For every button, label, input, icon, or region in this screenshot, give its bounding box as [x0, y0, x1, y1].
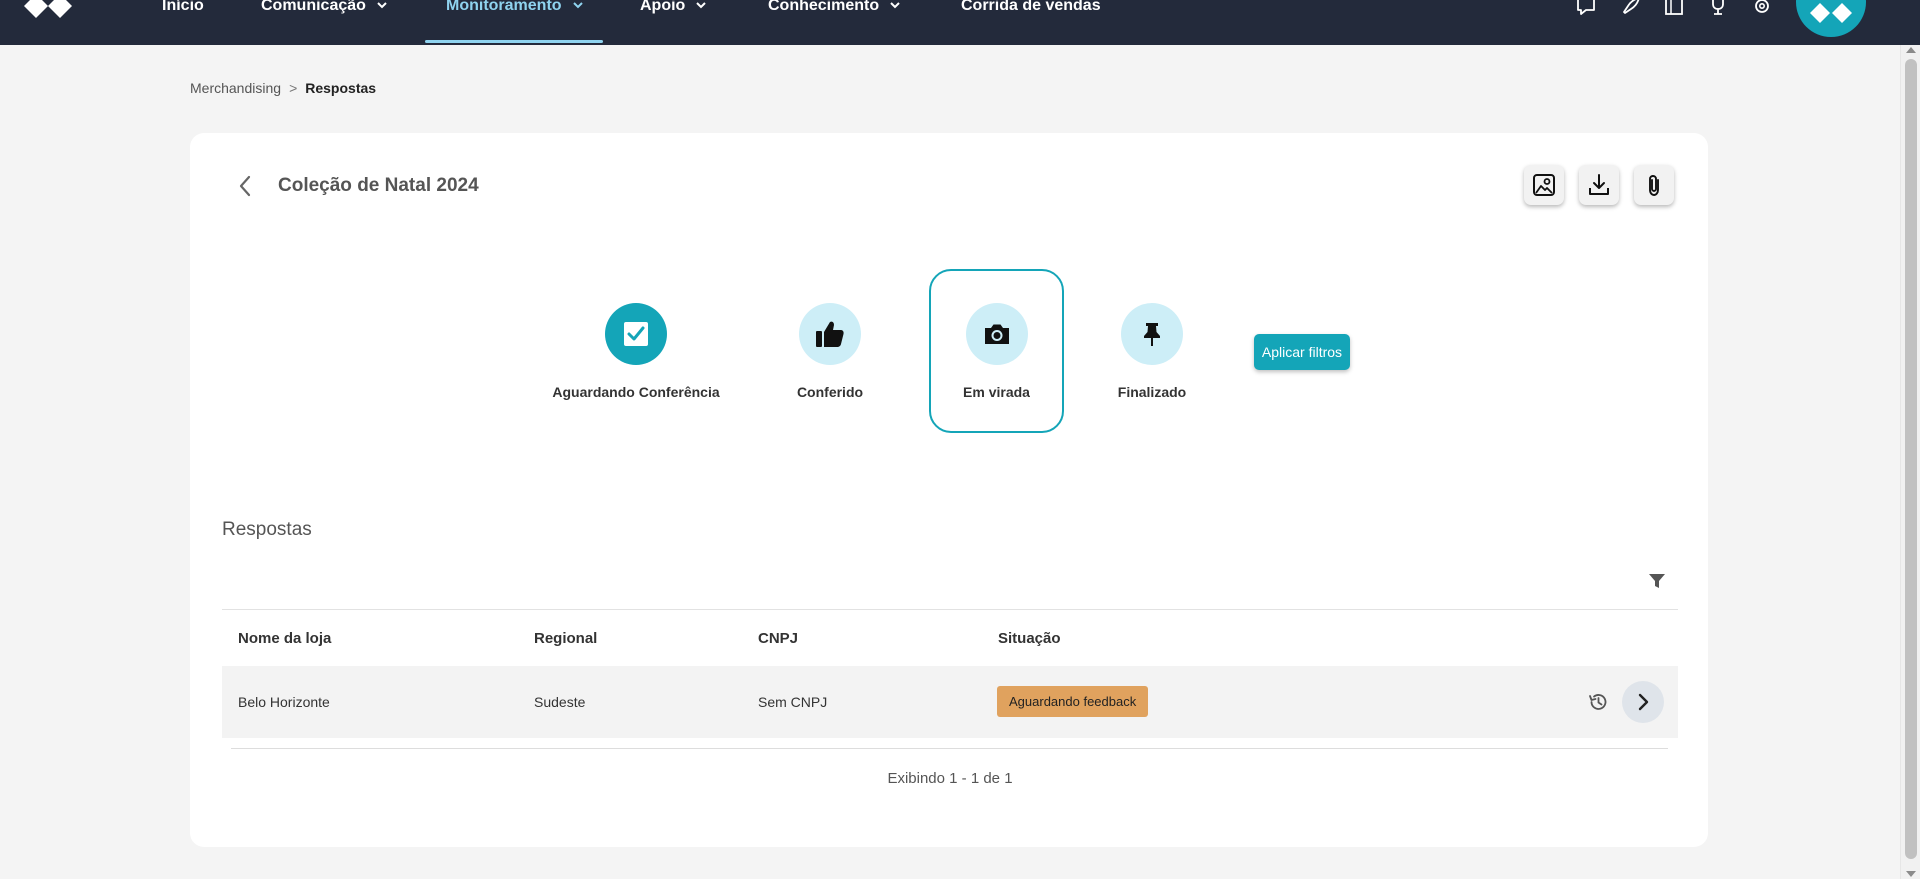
cell-regional: Sudeste [534, 694, 586, 710]
pin-icon [1144, 323, 1160, 346]
chevron-down-icon [377, 2, 387, 9]
main-card: Coleção de Natal 2024 Aguardando Conferê… [190, 133, 1708, 847]
scroll-up-icon[interactable] [1906, 47, 1916, 53]
rocket-icon[interactable] [1618, 0, 1642, 16]
nav-item-conhecimento[interactable]: Conhecimento [768, 0, 901, 45]
breadcrumb: Merchandising > Respostas [190, 80, 376, 96]
attachment-icon [1649, 175, 1659, 196]
nav-item-corrida-de-vendas[interactable]: Corrida de vendas [961, 0, 1101, 45]
status-em-virada[interactable]: Em virada [929, 269, 1064, 433]
page-title: Coleção de Natal 2024 [278, 175, 479, 196]
table-header: Nome da loja Regional CNPJ Situação [222, 609, 1678, 666]
nav-item-monitoramento[interactable]: Monitoramento [446, 0, 584, 45]
breadcrumb-current: Respostas [305, 80, 377, 96]
attachment-button[interactable] [1634, 165, 1674, 205]
camera-icon [984, 324, 1009, 344]
status-label: Conferido [796, 384, 864, 400]
building-icon[interactable] [1662, 0, 1686, 16]
cell-store-name: Belo Horizonte [238, 694, 330, 710]
chevron-down-icon [696, 2, 707, 9]
pagination-summary: Exibindo 1 - 1 de 1 [887, 770, 1013, 787]
chevron-down-icon [572, 2, 583, 9]
status-finalizado[interactable]: Finalizado [1102, 269, 1202, 433]
avatar-logo-icon [1810, 3, 1852, 23]
status-label: Finalizado [1117, 384, 1187, 400]
apply-filters-button[interactable]: Aplicar filtros [1254, 334, 1350, 370]
status-circle [605, 303, 667, 365]
chevron-down-icon [890, 2, 900, 9]
nav-item-label: Início [162, 0, 204, 14]
row-open-button[interactable] [1622, 681, 1664, 723]
chevron-right-icon [1638, 693, 1649, 711]
nav-item-inicio[interactable]: Início [162, 0, 204, 45]
table-row[interactable]: Belo Horizonte Sudeste Sem CNPJ Aguardan… [222, 666, 1678, 738]
photo-gallery-button[interactable] [1524, 165, 1564, 205]
breadcrumb-separator: > [289, 80, 298, 96]
active-nav-indicator [425, 40, 603, 43]
scroll-down-icon[interactable] [1906, 871, 1916, 877]
top-navbar: Início Comunicação Monitoramento Apoio C… [0, 0, 1920, 45]
column-header-cnpj[interactable]: CNPJ [758, 630, 798, 647]
nav-item-label: Apoio [640, 0, 686, 14]
avatar[interactable] [1796, 0, 1866, 37]
status-circle [965, 303, 1028, 365]
column-header-status[interactable]: Situação [998, 630, 1061, 647]
nav-item-comunicacao[interactable]: Comunicação [261, 0, 388, 45]
status-aguardando-conferencia[interactable]: Aguardando Conferência [550, 269, 722, 433]
status-conferido[interactable]: Conferido [780, 269, 880, 433]
download-button[interactable] [1579, 165, 1619, 205]
responses-table: Nome da loja Regional CNPJ Situação Belo… [222, 609, 1678, 787]
column-header-regional[interactable]: Regional [534, 630, 597, 647]
checkbox-icon [624, 322, 648, 346]
settings-icon[interactable] [1750, 0, 1774, 16]
cell-cnpj: Sem CNPJ [758, 694, 828, 710]
history-icon[interactable] [1587, 691, 1609, 713]
nav-item-label: Monitoramento [446, 0, 562, 14]
scroll-thumb[interactable] [1905, 59, 1917, 859]
back-arrow-icon[interactable] [234, 173, 256, 199]
download-icon [1589, 174, 1609, 195]
nav-item-apoio[interactable]: Apoio [640, 0, 707, 45]
brand-logo[interactable] [22, 0, 74, 24]
vertical-scrollbar[interactable] [1900, 45, 1920, 879]
photo-gallery-icon [1533, 174, 1555, 196]
nav-item-label: Comunicação [261, 0, 366, 14]
filter-icon[interactable] [1647, 571, 1667, 591]
nav-item-label: Conhecimento [768, 0, 880, 14]
chat-icon[interactable] [1574, 0, 1598, 16]
nav-item-label: Corrida de vendas [961, 0, 1101, 14]
status-badge: Aguardando feedback [997, 686, 1149, 717]
thumbs-up-icon [816, 321, 844, 347]
status-label: Em virada [963, 384, 1030, 400]
table-footer-divider [231, 748, 1668, 749]
section-title: Respostas [222, 519, 312, 540]
status-label: Aguardando Conferência [552, 384, 720, 400]
trophy-icon[interactable] [1706, 0, 1730, 16]
column-header-store[interactable]: Nome da loja [238, 630, 331, 647]
status-circle [799, 303, 861, 365]
status-circle [1121, 303, 1183, 365]
breadcrumb-merchandising[interactable]: Merchandising [190, 80, 281, 96]
